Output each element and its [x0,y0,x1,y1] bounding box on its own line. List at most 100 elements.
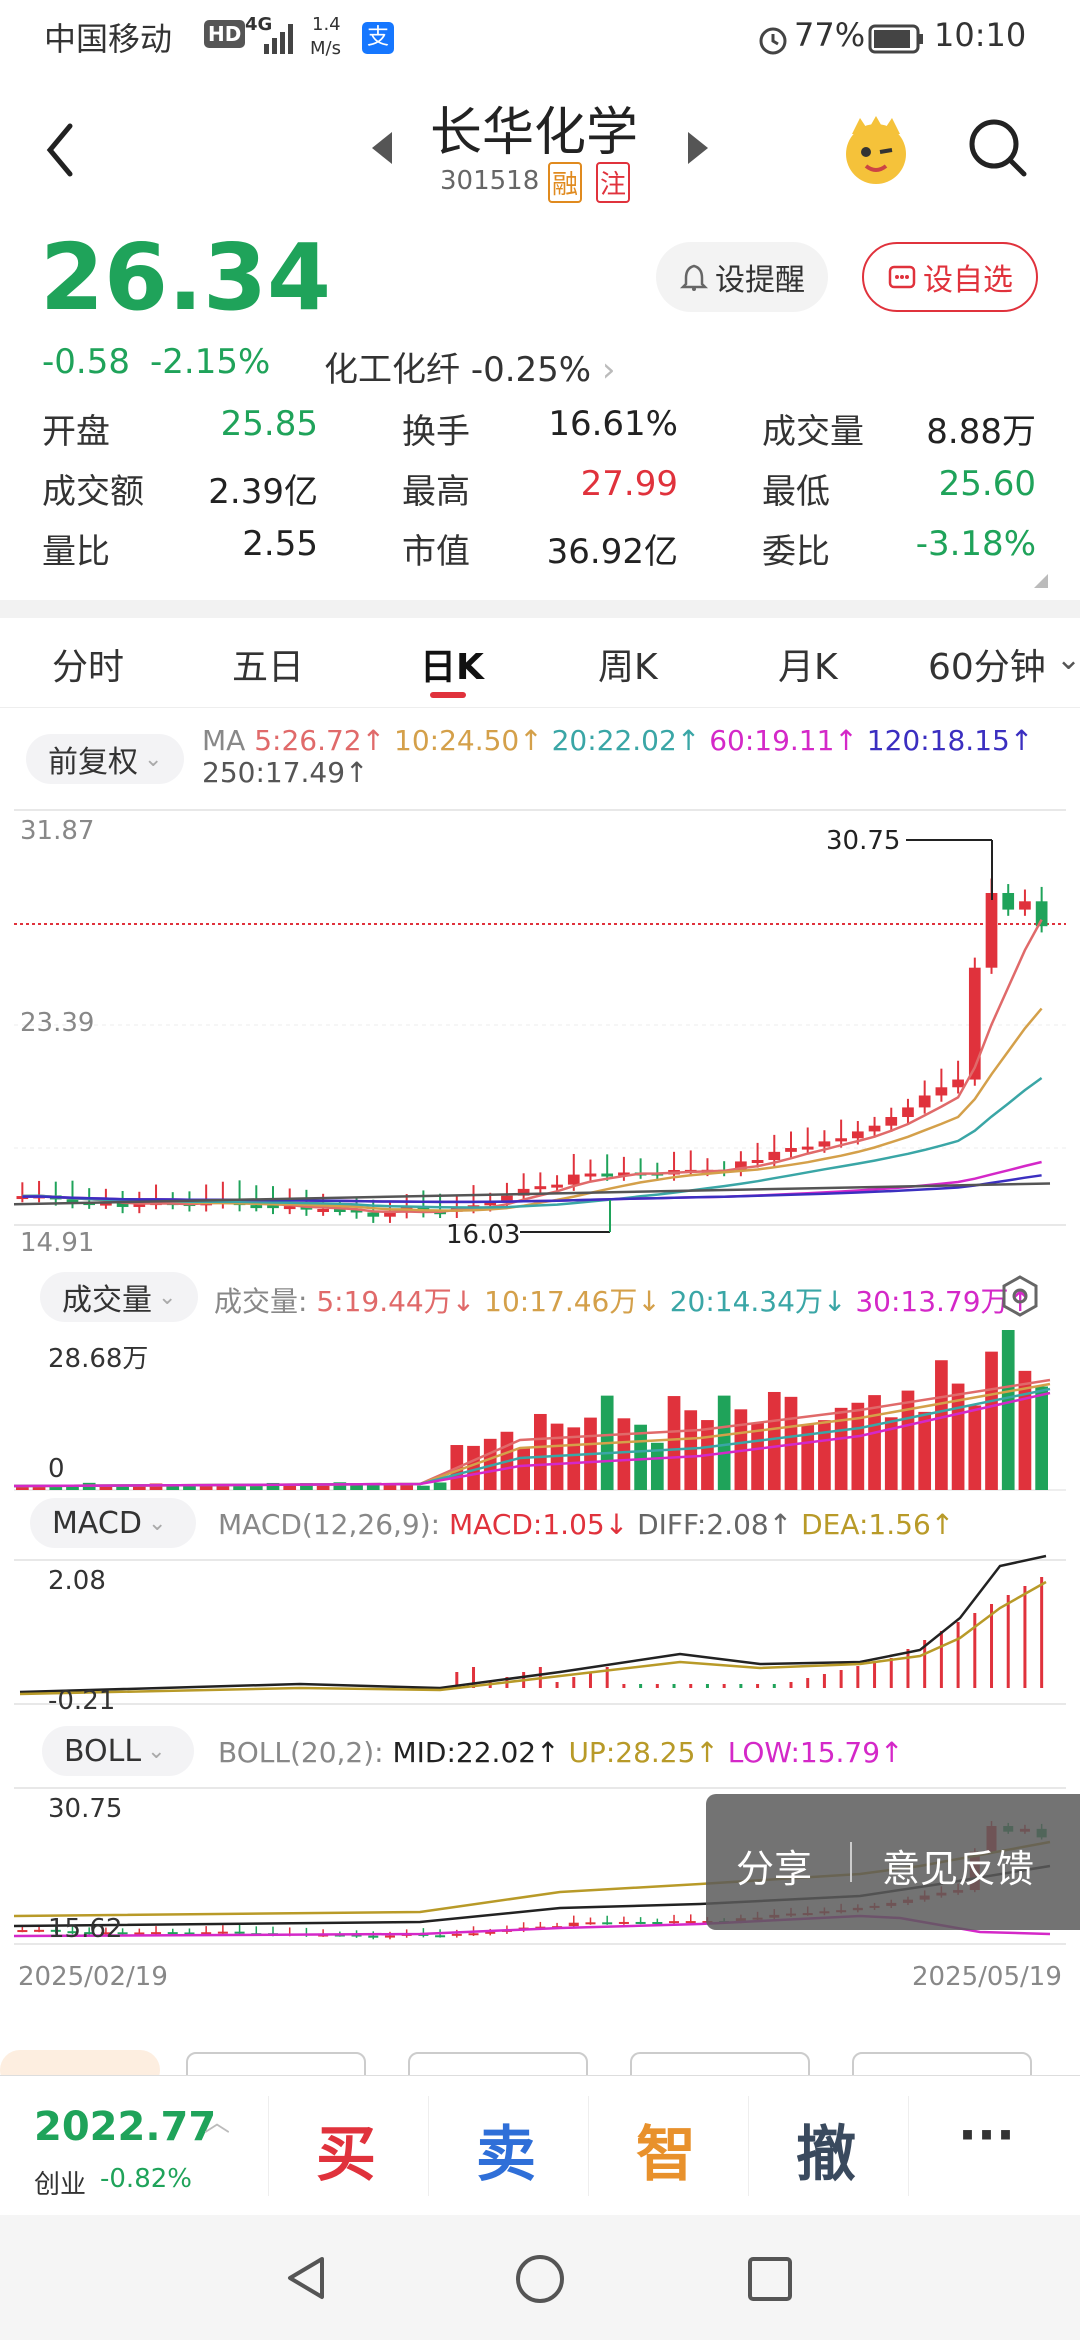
volume-bar [534,1413,547,1490]
alipay-icon: 支 [362,22,394,54]
boll-y-min: 15.62 [48,1914,123,1944]
macd-chip-label: MACD [52,1505,142,1541]
sector-link[interactable]: 化工化纤 -0.25% › [324,342,616,391]
date-start: 2025/02/19 [18,1962,168,1992]
volume-bar [968,1405,982,1490]
sell-button[interactable]: 卖 [476,2106,536,2193]
kline-chart[interactable] [0,800,1080,1260]
boll-indicator-select[interactable]: BOLL ⌄ [42,1726,194,1776]
nav-home-icon[interactable] [514,2253,566,2305]
more-button[interactable]: ··· [958,2106,1015,2164]
adjust-select[interactable]: 前复权 ⌄ [26,734,184,784]
feedback-button[interactable]: 意见反馈 [882,1838,1034,1893]
ratio-value: 2.55 [242,524,318,564]
kline-candle [551,1184,563,1188]
ma60-line [22,1160,1042,1204]
search-icon[interactable] [966,116,1030,180]
prev-stock-icon[interactable] [368,130,396,166]
kline-candle [902,1107,914,1118]
volume-bar [383,1484,397,1490]
volume-bar [818,1420,831,1490]
dea-value: DEA:1.56↑ [801,1508,955,1541]
cancel-order-button[interactable]: 撤 [796,2106,856,2193]
shortcut-chip[interactable] [186,2052,366,2076]
sector-pct: -0.25% [470,350,592,390]
volume-value: 8.88万 [926,412,1036,452]
clock: 10:10 [934,16,1027,54]
buy-button[interactable]: 买 [316,2106,376,2193]
ma5-value: 5:26.72↑ [254,724,386,757]
back-icon[interactable] [40,120,80,180]
kline-candle [1019,901,1031,910]
shortcut-chip[interactable] [630,2052,810,2076]
volume-legend: 成交量: 5:19.44万↓ 10:17.46万↓ 20:14.34万↓ 30:… [214,1280,1032,1320]
quote-panel: 26.34 设提醒 设自选 -0.58 -2.15% 化工化纤 -0.25% ›… [0,220,1080,600]
high-value: 27.99 [580,464,678,504]
overlay-divider [850,1842,852,1882]
volume-chart[interactable] [0,1320,1080,1500]
boll-candle [384,1935,395,1938]
macd-value: MACD:1.05↓ [449,1508,629,1541]
kline-candle [835,1138,847,1142]
kline-candle [768,1151,781,1160]
share-button[interactable]: 分享 [736,1838,812,1893]
add-watchlist-button[interactable]: 设自选 [862,242,1038,312]
ma20-value: 20:22.02↑ [551,724,701,757]
chevron-down-icon[interactable]: ⌄ [1056,642,1080,677]
shortcut-chip[interactable] [0,2050,160,2076]
settings-icon[interactable] [1000,1274,1040,1318]
chevron-down-icon: ⌄ [147,1738,166,1764]
macd-chart[interactable] [0,1552,1080,1712]
volume-bar [400,1484,414,1490]
separator [588,2096,589,2196]
kline-candle [1002,893,1015,910]
boll-candle [167,1932,178,1935]
macd-indicator-select[interactable]: MACD ⌄ [30,1498,196,1548]
mascot-icon[interactable] [836,110,916,190]
mcap-label: 市值 [402,532,470,572]
chevron-down-icon: ⌄ [147,1510,167,1536]
boll-chip-label: BOLL [64,1733,142,1769]
kline-y-max: 31.87 [20,816,95,846]
status-bar: 中国移动 HD 4G 1.4 M/s 支 77% 10:10 [0,0,1080,80]
tab-monthly-k[interactable]: 月K [778,638,838,690]
shortcut-chip[interactable] [408,2052,588,2076]
stock-header: 长华化学 301518 融 注 [0,80,1080,220]
boll-candle [568,1922,579,1927]
chevron-up-icon[interactable]: ︿ [204,2102,230,2139]
ma250-value: 250:17.49↑ [202,756,369,789]
turnover-label: 换手 [402,412,470,452]
tab-weekly-k[interactable]: 周K [598,638,658,690]
price-change: -0.58 [42,342,130,382]
tab-intraday[interactable]: 分时 [52,638,124,690]
tab-five-day[interactable]: 五日 [232,638,304,690]
boll-candle [602,1922,613,1925]
nav-back-icon[interactable] [282,2253,332,2303]
set-alert-button[interactable]: 设提醒 [656,242,828,312]
kline-candle [851,1131,864,1139]
boll-candle [368,1935,379,1938]
boll-candle [468,1933,479,1936]
nav-recent-icon[interactable] [746,2255,794,2303]
tab-daily-k[interactable]: 日K [420,638,484,690]
kline-candle [751,1159,764,1163]
divider [0,600,1080,618]
volume-bar [433,1482,447,1490]
index-value[interactable]: 2022.77 [34,2104,216,2150]
turnover-value: 16.61% [548,404,678,444]
tab-60min[interactable]: 60分钟 [928,638,1046,690]
volume-bar [617,1418,631,1490]
note-tag: 注 [596,162,631,203]
next-stock-icon[interactable] [684,130,712,166]
volume-indicator-select[interactable]: 成交量 ⌄ [40,1272,198,1322]
boll-candle [618,1921,629,1924]
volume-bar [935,1360,948,1490]
ma120-value: 120:18.15↑ [866,724,1034,757]
amount-label: 成交额 [42,472,144,512]
smart-button[interactable]: 智 [636,2106,696,2193]
shortcut-chip[interactable] [852,2052,1032,2076]
diff-value: DIFF:2.08↑ [637,1508,793,1541]
volume-bar [1001,1330,1015,1490]
kline-candle [985,893,998,968]
expand-corner-icon[interactable] [1032,572,1050,590]
